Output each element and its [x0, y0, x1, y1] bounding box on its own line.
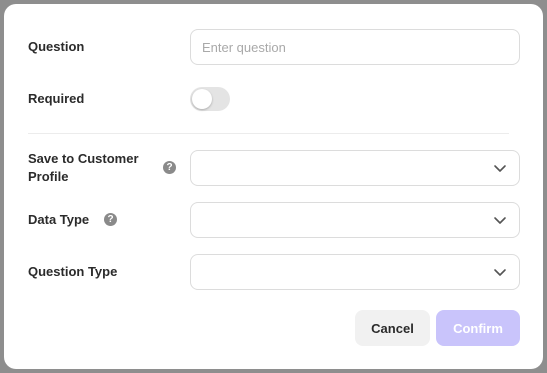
chevron-down-icon	[494, 269, 506, 276]
question-label: Question	[28, 39, 85, 54]
required-label: Required	[28, 91, 85, 106]
save-to-profile-select[interactable]	[190, 150, 520, 186]
confirm-button[interactable]: Confirm	[436, 310, 520, 346]
cancel-button[interactable]: Cancel	[355, 310, 430, 346]
question-input[interactable]	[190, 29, 520, 65]
save-to-profile-label-line2: Profile	[28, 169, 69, 184]
required-toggle[interactable]	[190, 87, 230, 111]
question-type-label: Question Type	[28, 264, 118, 279]
data-type-select[interactable]	[190, 202, 520, 238]
toggle-knob	[192, 89, 212, 109]
save-to-profile-label: Save to Customer Profile	[28, 150, 156, 186]
chevron-down-icon	[494, 165, 506, 172]
help-icon[interactable]: ?	[163, 161, 176, 174]
question-modal: Question Required Save to Customer Profi…	[4, 4, 543, 369]
divider	[28, 133, 509, 134]
data-type-label: Data Type	[28, 212, 90, 227]
chevron-down-icon	[494, 217, 506, 224]
save-to-profile-label-line1: Save to Customer	[28, 151, 139, 166]
question-type-select[interactable]	[190, 254, 520, 290]
help-icon[interactable]: ?	[104, 213, 117, 226]
